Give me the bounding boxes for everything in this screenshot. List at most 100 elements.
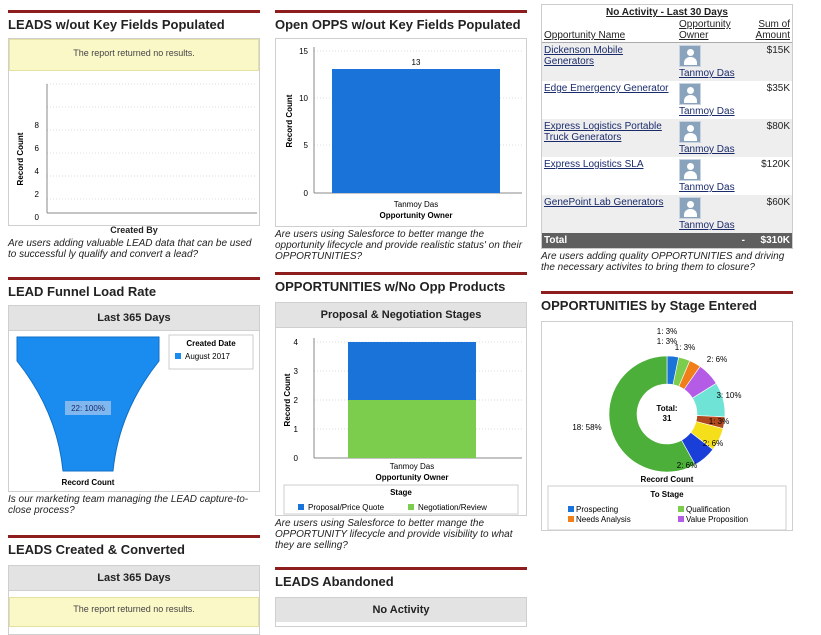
donut-slice-label: 18: 58% — [572, 423, 601, 432]
column-middle: Open OPPS w/out Key Fields Populated 15 … — [275, 10, 527, 627]
opp-products-caption: Are users using Salesforce to better man… — [275, 518, 513, 551]
funnel-legend-title: Created Date — [186, 339, 236, 348]
donut-slice-label: 1: 3% — [675, 343, 695, 352]
abandoned-title: LEADS Abandoned — [275, 574, 394, 589]
opps-keyfields-caption: Are users using Salesforce to better man… — [275, 229, 523, 262]
no-results-banner: The report returned no results. — [9, 597, 259, 627]
donut-slice-label: 2: 6% — [707, 355, 727, 364]
legend-item-needs-analysis: Needs Analysis — [576, 515, 631, 524]
abandoned-header: No Activity — [276, 598, 526, 622]
by-stage-plot: 1: 3%1: 3%1: 3%2: 6%3: 10%1: 3%2: 6%2: 6… — [547, 327, 787, 531]
by-stage-chart[interactable]: 1: 3% 1: 3% 1: 3% 2: 6% 3: 10% 1: 3% 2: 6% 2: 6… — [541, 321, 793, 531]
donut-center-label: Total: — [656, 404, 677, 413]
leads-keyfields-caption: Are users adding valuable LEAD data that… — [8, 238, 252, 260]
legend-item-qualification: Qualification — [686, 505, 730, 514]
y-tick: 2 — [294, 396, 299, 405]
section-divider — [8, 277, 260, 280]
y-tick: 15 — [299, 47, 308, 56]
total-amount: $310K — [747, 233, 792, 248]
x-category-label: Tanmoy Das — [390, 462, 434, 471]
x-axis-label: Created By — [110, 225, 158, 235]
no-activity-caption: Are users adding quality OPPORTUNITIES a… — [541, 251, 785, 273]
created-converted-chart[interactable]: Last 365 Days The report returned no res… — [8, 565, 260, 635]
section-divider — [275, 272, 527, 275]
funnel-x-label: Record Count — [62, 478, 115, 487]
donut-slice-label: 1: 3% — [657, 327, 677, 336]
table-row: Edge Emergency Generator Tanmoy Das $35K — [542, 81, 792, 119]
col-header-owner[interactable]: Opportunity Owner — [677, 18, 747, 43]
amount-value: $15K — [747, 42, 792, 81]
y-tick: 0 — [35, 213, 40, 222]
funnel-legend-item: August 2017 — [185, 352, 230, 361]
y-tick: 6 — [35, 144, 40, 153]
funnel-center-label: 22: 100% — [71, 404, 105, 413]
amount-value: $80K — [747, 119, 792, 157]
legend-title: Stage — [390, 488, 412, 497]
y-axis-label: Record Count — [283, 373, 292, 426]
no-activity-report: No Activity - Last 30 Days Opportunity N… — [541, 4, 793, 249]
funnel-title: LEAD Funnel Load Rate — [8, 284, 157, 299]
y-tick: 2 — [35, 190, 40, 199]
opportunity-link[interactable]: Edge Emergency Generator — [544, 83, 669, 94]
no-results-banner: The report returned no results. — [9, 39, 259, 71]
bar-tanmoy-das — [332, 69, 500, 193]
avatar — [679, 83, 701, 105]
opp-products-title: OPPORTUNITIES w/No Opp Products — [275, 279, 506, 294]
opps-keyfields-title: Open OPPS w/out Key Fields Populated — [275, 17, 521, 32]
section-divider — [275, 567, 527, 570]
bar-negotiation-review — [348, 400, 476, 458]
owner-link[interactable]: Tanmoy Das — [679, 144, 745, 155]
y-tick: 4 — [294, 338, 299, 347]
bar-value-label: 13 — [412, 58, 421, 67]
opp-products-header: Proposal & Negotiation Stages — [276, 303, 526, 328]
section-divider — [8, 535, 260, 538]
total-row: Total - $310K — [542, 233, 792, 248]
created-converted-title: LEADS Created & Converted — [8, 542, 185, 557]
opportunity-link[interactable]: Express Logistics SLA — [544, 159, 644, 170]
x-axis-label: Opportunity Owner — [376, 473, 449, 482]
bar-proposal-price-quote — [348, 342, 476, 400]
no-activity-title[interactable]: No Activity - Last 30 Days — [542, 5, 792, 18]
opps-keyfields-chart[interactable]: 15 10 5 0 Record Count 13 Tanmoy Das Opp… — [275, 38, 527, 227]
donut-slice-label: 2: 6% — [677, 461, 697, 470]
table-row: Dickenson Mobile Generators Tanmoy Das $… — [542, 42, 792, 81]
col-header-amount[interactable]: Sum of Amount — [747, 18, 792, 43]
legend-item-proposal: Proposal/Price Quote — [308, 503, 385, 512]
no-activity-table: Opportunity Name Opportunity Owner Sum o… — [542, 18, 792, 248]
funnel-chart[interactable]: Last 365 Days 22: 100% Created Date Augu… — [8, 305, 260, 492]
y-tick: 10 — [299, 94, 308, 103]
legend-item-negotiation: Negotiation/Review — [418, 503, 487, 512]
section-divider — [8, 10, 260, 13]
funnel-header: Last 365 Days — [9, 306, 259, 331]
owner-link[interactable]: Tanmoy Das — [679, 106, 745, 117]
amount-value: $120K — [761, 159, 790, 170]
table-row: Express Logistics Portable Truck Generat… — [542, 119, 792, 157]
y-tick: 0 — [294, 454, 299, 463]
y-tick: 5 — [304, 141, 309, 150]
avatar — [679, 197, 701, 219]
y-tick: 1 — [294, 425, 299, 434]
leads-keyfields-plot: 8 6 4 2 0 Record Count — [16, 83, 257, 222]
owner-link[interactable]: Tanmoy Das — [679, 68, 745, 79]
avatar — [679, 159, 701, 181]
by-stage-title: OPPORTUNITIES by Stage Entered — [541, 298, 757, 313]
abandoned-chart[interactable]: No Activity — [275, 597, 527, 627]
table-row: Express Logistics SLA Tanmoy Das $120K — [542, 157, 792, 195]
owner-link[interactable]: Tanmoy Das — [679, 182, 745, 193]
owner-link[interactable]: Tanmoy Das — [679, 220, 745, 231]
opportunity-link[interactable]: GenePoint Lab Generators — [544, 197, 664, 208]
legend-title: To Stage — [650, 490, 684, 499]
y-tick: 4 — [35, 167, 40, 176]
opp-products-chart[interactable]: Proposal & Negotiation Stages 4 3 2 1 0 … — [275, 302, 527, 516]
funnel-caption: Is our marketing team managing the LEAD … — [8, 494, 249, 516]
legend-item-prospecting: Prospecting — [576, 505, 618, 514]
opportunity-link[interactable]: Express Logistics Portable Truck Generat… — [544, 121, 662, 143]
y-tick: 3 — [294, 367, 299, 376]
amount-value: $35K — [766, 83, 790, 94]
opp-products-plot: 4 3 2 1 0 Record Count Tanmoy Das Opport… — [283, 338, 522, 515]
donut-slice-label: 3: 10% — [717, 391, 742, 400]
col-header-name[interactable]: Opportunity Name — [542, 18, 677, 43]
created-converted-header: Last 365 Days — [9, 566, 259, 591]
leads-keyfields-chart[interactable]: The report returned no results. 8 6 4 2 … — [8, 38, 260, 235]
opportunity-link[interactable]: Dickenson Mobile Generators — [544, 45, 623, 67]
